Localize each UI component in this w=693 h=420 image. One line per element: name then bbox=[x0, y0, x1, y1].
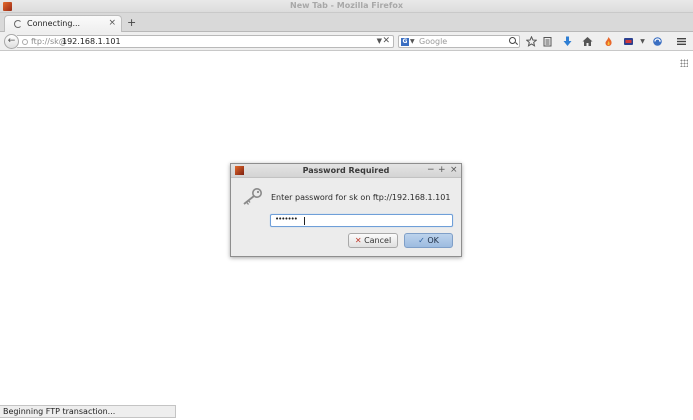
stop-loading-icon[interactable]: ✕ bbox=[382, 36, 390, 46]
ok-label: OK bbox=[427, 236, 439, 245]
text-caret bbox=[304, 217, 305, 225]
cancel-icon: ✕ bbox=[354, 236, 362, 245]
dialog-close-icon[interactable]: × bbox=[450, 165, 458, 175]
dialog-message: Enter password for sk on ftp://192.168.1… bbox=[271, 193, 451, 202]
back-button[interactable]: ← bbox=[4, 34, 19, 49]
download-icon[interactable] bbox=[562, 36, 573, 47]
sync-icon[interactable] bbox=[652, 36, 663, 47]
home-icon[interactable] bbox=[582, 36, 593, 47]
extension-fire-icon[interactable] bbox=[603, 36, 614, 47]
status-text: Beginning FTP transaction... bbox=[3, 407, 116, 416]
url-host: 192.168.1.101 bbox=[62, 37, 121, 46]
window-titlebar: New Tab - Mozilla Firefox bbox=[0, 0, 693, 13]
new-tab-button[interactable]: + bbox=[127, 16, 136, 29]
password-dialog: Password Required − + × Enter password f… bbox=[230, 163, 462, 257]
loading-spinner-icon bbox=[14, 20, 22, 28]
cancel-button[interactable]: ✕ Cancel bbox=[348, 233, 398, 248]
tab-label: Connecting... bbox=[27, 19, 81, 28]
search-engine-dropdown-icon[interactable]: ▼ bbox=[410, 38, 415, 45]
search-placeholder: Google bbox=[419, 37, 448, 46]
menu-icon[interactable] bbox=[676, 36, 687, 47]
password-mask: ••••••• bbox=[275, 215, 298, 223]
cancel-label: Cancel bbox=[364, 236, 392, 245]
search-bar[interactable]: G ▼ Google bbox=[398, 35, 520, 48]
status-bar: Beginning FTP transaction... bbox=[0, 405, 176, 418]
url-bar[interactable]: ftp://sk@ 192.168.1.101 ▼ ✕ bbox=[17, 35, 394, 48]
tab-close-icon[interactable]: × bbox=[108, 18, 116, 28]
search-icon[interactable] bbox=[509, 37, 516, 44]
navigation-bar: ftp://sk@ 192.168.1.101 ▼ ✕ ← G ▼ Google… bbox=[0, 32, 693, 51]
url-history-dropdown-icon[interactable]: ▼ bbox=[377, 37, 382, 45]
tab-strip: Connecting... × + bbox=[0, 13, 693, 32]
dialog-maximize-icon[interactable]: + bbox=[438, 165, 446, 175]
dialog-titlebar: Password Required − + × bbox=[231, 164, 461, 178]
extension-badge-icon[interactable] bbox=[623, 36, 634, 47]
tab-connecting[interactable]: Connecting... × bbox=[4, 15, 122, 32]
dialog-minimize-icon[interactable]: − bbox=[427, 165, 435, 175]
extension-dropdown-icon[interactable]: ▼ bbox=[637, 36, 648, 47]
star-icon[interactable] bbox=[525, 35, 538, 47]
reading-list-icon[interactable] bbox=[542, 36, 553, 47]
password-input[interactable]: ••••••• bbox=[270, 214, 453, 227]
check-icon: ✓ bbox=[418, 236, 425, 245]
ok-button[interactable]: ✓ OK bbox=[404, 233, 453, 248]
new-tab-grid-icon[interactable] bbox=[680, 59, 688, 67]
key-icon bbox=[243, 188, 262, 205]
window-title: New Tab - Mozilla Firefox bbox=[290, 1, 403, 10]
site-identity-icon[interactable] bbox=[22, 39, 28, 45]
search-engine-icon[interactable]: G bbox=[401, 38, 409, 46]
